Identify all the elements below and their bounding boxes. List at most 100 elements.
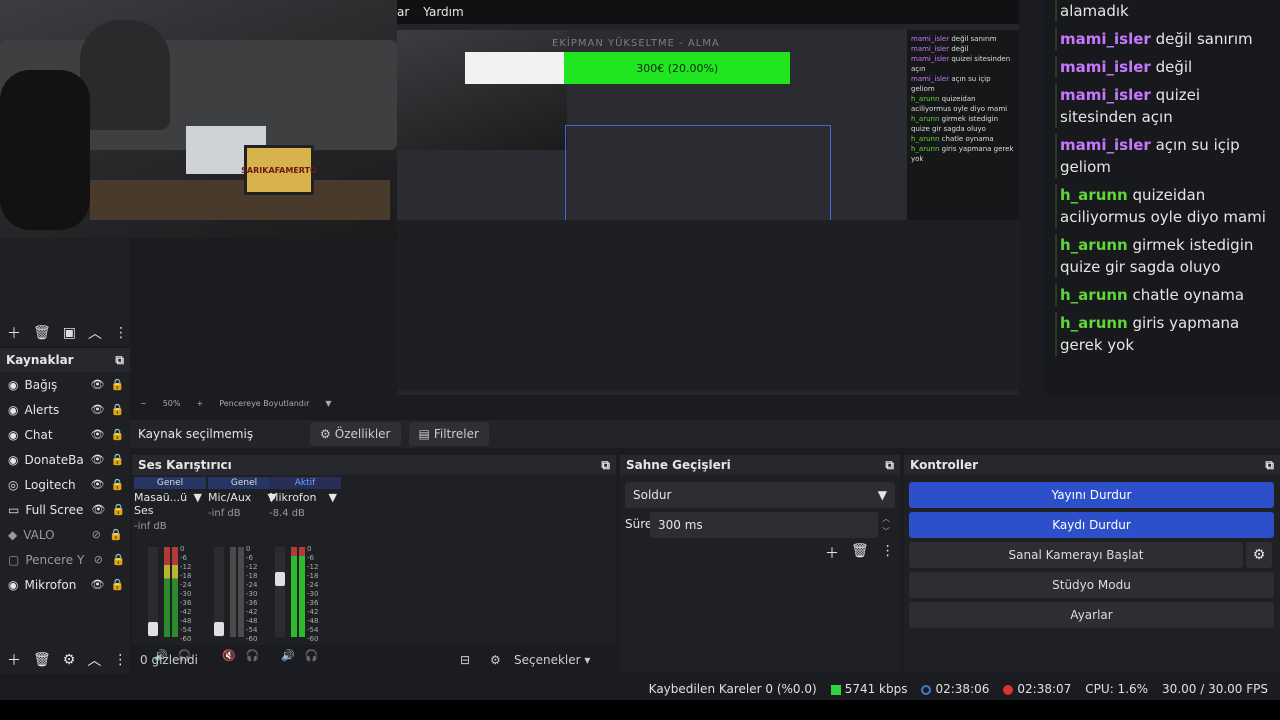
eye-icon[interactable]: 👁	[90, 478, 105, 491]
fader-knob[interactable]	[148, 622, 158, 636]
eye-icon[interactable]: 👁	[90, 428, 105, 441]
fader-knob[interactable]	[214, 622, 224, 636]
duration-stepper[interactable]: ︿ ﹀	[878, 512, 894, 538]
lock-icon[interactable]: 🔒	[110, 453, 125, 466]
camera-icon: ◎	[8, 477, 19, 492]
eye-icon[interactable]: 👁	[90, 378, 105, 391]
chat-username[interactable]: h_arunn	[1060, 186, 1128, 204]
filters-button[interactable]: ▤ Filtreler	[408, 422, 489, 446]
lock-icon[interactable]: 🔒	[110, 428, 125, 441]
chevron-up-icon[interactable]: ︿	[88, 323, 102, 343]
transitions-title: Sahne Geçişleri	[626, 458, 731, 472]
transition-select[interactable]: Soldur ▼	[625, 482, 895, 508]
menu-item-help[interactable]: Yardım	[423, 5, 463, 19]
progress-title: EKİPMAN YÜKSELTME - ALMA	[552, 38, 720, 49]
zoom-in-button[interactable]: +	[196, 399, 203, 408]
trash-icon[interactable]: 🗑	[33, 325, 51, 341]
lock-icon[interactable]: 🔒	[111, 503, 125, 516]
properties-button[interactable]: ⚙ Özellikler	[310, 422, 401, 446]
eye-icon[interactable]: 👁	[90, 403, 105, 416]
eye-icon[interactable]: 👁	[91, 503, 105, 516]
webcam-feed: SARIKAFAMERTO	[0, 0, 397, 238]
settings-button[interactable]: Ayarlar	[909, 602, 1274, 628]
undock-icon[interactable]: ⧉	[115, 353, 124, 368]
chat-username[interactable]: mami_isler	[1060, 86, 1151, 104]
studio-mode-button[interactable]: Stüdyo Modu	[909, 572, 1274, 598]
menu-item[interactable]: ar	[397, 5, 409, 19]
source-item[interactable]: ◉ Alerts 👁 🔒	[0, 397, 130, 422]
chevron-down-icon[interactable]: ▼	[329, 491, 337, 504]
source-item[interactable]: ▭ Full Scree 👁 🔒	[0, 497, 130, 522]
trash-icon[interactable]: 🗑	[851, 543, 869, 563]
stop-record-button[interactable]: Kaydı Durdur	[909, 512, 1274, 538]
undock-icon[interactable]: ⧉	[1265, 458, 1274, 473]
chat-username[interactable]: h_arunn	[1060, 236, 1128, 254]
layout-icon[interactable]: ⊟	[460, 653, 490, 667]
lock-icon[interactable]: 🔒	[110, 578, 125, 591]
scale-tick: -6	[180, 554, 187, 562]
scale-tick: -48	[180, 617, 192, 625]
eye-off-icon[interactable]: ⊘	[91, 553, 105, 566]
add-icon[interactable]: ＋	[7, 650, 21, 670]
filter-icon: ▤	[418, 427, 430, 441]
eye-off-icon[interactable]: ⊘	[89, 528, 103, 541]
chat-username[interactable]: mami_isler	[1060, 30, 1151, 48]
source-item[interactable]: ◉ Bağış 👁 🔒	[0, 372, 130, 397]
level-meter	[164, 547, 170, 637]
scale-tick: -18	[180, 572, 192, 580]
chevron-up-icon[interactable]: ︿	[878, 512, 894, 525]
lock-icon[interactable]: 🔒	[110, 378, 125, 391]
undock-icon[interactable]: ⧉	[601, 458, 610, 473]
chat-username[interactable]: mami_isler	[1060, 58, 1151, 76]
duration-input[interactable]: 300 ms	[650, 512, 878, 538]
more-icon[interactable]: ⋮	[113, 652, 127, 668]
chevron-down-icon[interactable]: ▼	[194, 491, 202, 517]
bitrate: 5741 kbps	[844, 682, 908, 696]
source-item[interactable]: ◉ DonateBa 👁 🔒	[0, 447, 130, 472]
gear-icon[interactable]: ⚙	[1246, 542, 1272, 568]
volume-fader[interactable]	[214, 547, 224, 637]
chat-message: mami_isler quizei sitesinden açın	[1055, 84, 1272, 128]
more-icon[interactable]: ⋮	[881, 543, 895, 563]
source-item[interactable]: ◎ Logitech 👁 🔒	[0, 472, 130, 497]
chevron-down-icon[interactable]: ﹀	[878, 525, 894, 538]
fader-knob[interactable]	[275, 572, 285, 586]
chevron-up-icon[interactable]: ︿	[87, 650, 101, 670]
preview-canvas[interactable]: ar Yardım EKİPMAN YÜKSELTME - ALMA 300€ …	[397, 0, 1019, 410]
webcam-laptop-logo: SARIKAFAMERTO	[241, 145, 317, 195]
filter-icon[interactable]: ▣	[63, 325, 76, 341]
stop-stream-button[interactable]: Yayını Durdur	[909, 482, 1274, 508]
eye-icon[interactable]: 👁	[90, 453, 105, 466]
chat-username[interactable]: h_arunn	[1060, 314, 1128, 332]
undock-icon[interactable]: ⧉	[885, 458, 894, 473]
volume-fader[interactable]	[275, 547, 285, 637]
chevron-down-icon[interactable]: ▼	[325, 399, 331, 408]
gear-icon[interactable]: ⚙	[63, 652, 76, 668]
zoom-out-button[interactable]: −	[140, 399, 147, 408]
scale-tick: -36	[180, 599, 192, 607]
add-icon[interactable]: ＋	[7, 323, 21, 343]
lock-icon[interactable]: 🔒	[110, 478, 125, 491]
add-icon[interactable]: ＋	[825, 543, 839, 563]
browser-icon: ◉	[8, 377, 19, 392]
source-item[interactable]: ▢ Pencere Y ⊘ 🔒	[0, 547, 130, 572]
eye-icon[interactable]: 👁	[90, 578, 105, 591]
volume-fader[interactable]	[148, 547, 158, 637]
level-meter	[230, 547, 236, 637]
source-item[interactable]: ◆ VALO ⊘ 🔒	[0, 522, 130, 547]
scale-tick: -42	[307, 608, 319, 616]
chat-username[interactable]: h_arunn	[1060, 286, 1128, 304]
lock-icon[interactable]: 🔒	[109, 528, 123, 541]
lock-icon[interactable]: 🔒	[110, 403, 125, 416]
source-item[interactable]: ◉ Mikrofon 👁 🔒	[0, 572, 130, 597]
options-button[interactable]: Seçenekler ▾	[514, 653, 590, 667]
fit-to-window[interactable]: Pencereye Boyutlandır	[219, 399, 309, 408]
gear-icon[interactable]: ⚙	[490, 653, 514, 667]
lock-icon[interactable]: 🔒	[111, 553, 125, 566]
virtual-camera-button[interactable]: Sanal Kamerayı Başlat	[909, 542, 1243, 568]
game-icon: ◆	[8, 527, 18, 542]
more-icon[interactable]: ⋮	[114, 325, 128, 341]
trash-icon[interactable]: 🗑	[33, 652, 51, 668]
chat-username[interactable]: mami_isler	[1060, 136, 1151, 154]
source-item[interactable]: ◉ Chat 👁 🔒	[0, 422, 130, 447]
